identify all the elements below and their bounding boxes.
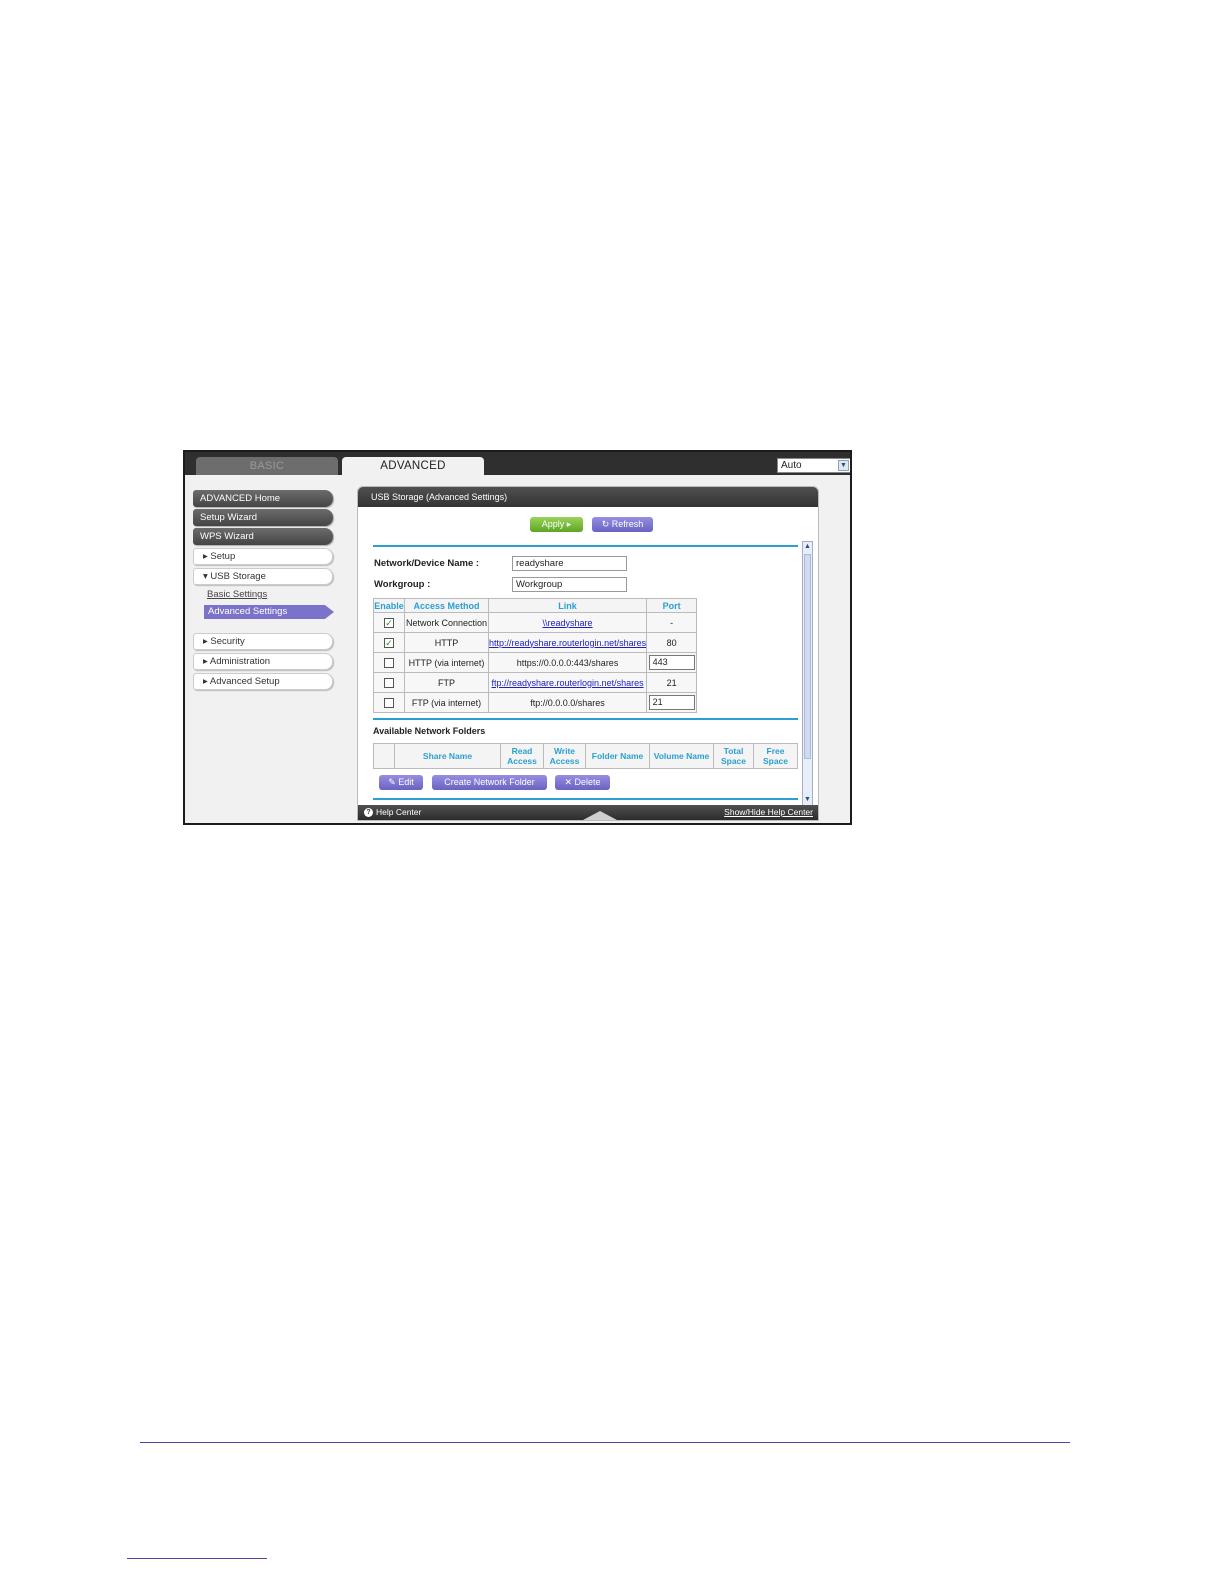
port-cell: 80 <box>646 632 698 653</box>
device-name-input[interactable]: readyshare <box>512 556 627 571</box>
table-row: HTTP (via internet) https://0.0.0.0:443/… <box>373 652 698 673</box>
help-icon: ? <box>364 808 373 817</box>
panel-scrollbar[interactable]: ▲ ▼ <box>802 541 813 806</box>
router-admin-screenshot: BASIC ADVANCED Auto ▼ ADVANCED Home Setu… <box>183 450 852 825</box>
access-method-cell: Network Connection <box>404 612 489 633</box>
port-cell: 21 <box>646 672 698 693</box>
column-header-access-method: Access Method <box>404 598 489 613</box>
show-hide-help-link[interactable]: Show/Hide Help Center <box>724 805 813 820</box>
footer-link-underline <box>127 1558 267 1559</box>
edit-button[interactable]: ✎ Edit <box>379 775 423 790</box>
enable-checkbox[interactable]: ✓ <box>384 637 394 648</box>
folders-section-title: Available Network Folders <box>373 726 486 736</box>
enable-checkbox[interactable]: ✓ <box>384 617 394 628</box>
workgroup-input[interactable]: Workgroup <box>512 577 627 592</box>
port-input[interactable]: 21 <box>648 695 695 710</box>
column-header-free-space: Free Space <box>753 743 798 769</box>
column-header-share-name: Share Name <box>394 743 501 769</box>
tab-advanced[interactable]: ADVANCED <box>342 457 484 475</box>
usb-advanced-settings-panel: USB Storage (Advanced Settings) Apply ▸ … <box>357 486 819 821</box>
divider <box>373 545 798 547</box>
sidebar-item-usb-storage[interactable]: ▾ USB Storage <box>193 568 333 585</box>
refresh-button[interactable]: ↻ Refresh <box>592 517 653 532</box>
tab-basic[interactable]: BASIC <box>196 457 338 475</box>
share-link-text: https://0.0.0.0:443/shares <box>487 652 648 673</box>
help-center-bar: ? Help Center Show/Hide Help Center <box>358 805 818 820</box>
column-header-select <box>373 743 395 769</box>
table-row: ✓ HTTP http://readyshare.routerlogin.net… <box>373 632 698 653</box>
sidebar-item-setup[interactable]: ▸ Setup <box>193 548 333 565</box>
column-header-folder-name: Folder Name <box>585 743 650 769</box>
chevron-down-icon[interactable]: ▼ <box>838 460 849 471</box>
help-center-label[interactable]: Help Center <box>376 805 421 820</box>
sidebar-item-security[interactable]: ▸ Security <box>193 633 333 650</box>
top-tab-bar: BASIC ADVANCED Auto ▼ <box>185 452 850 475</box>
sidebar-item-setup-wizard[interactable]: Setup Wizard <box>193 509 333 526</box>
enable-checkbox[interactable] <box>384 657 394 668</box>
mode-select-value: Auto <box>781 460 802 471</box>
column-header-read-access: Read Access <box>500 743 544 769</box>
scrollbar-thumb[interactable] <box>804 554 811 759</box>
share-link-text: ftp://0.0.0.0/shares <box>487 692 648 713</box>
sidebar-item-advanced-setup[interactable]: ▸ Advanced Setup <box>193 673 333 690</box>
sidebar-item-administration[interactable]: ▸ Administration <box>193 653 333 670</box>
column-header-volume-name: Volume Name <box>649 743 714 769</box>
network-folders-table: Share Name Read Access Write Access Fold… <box>373 743 798 769</box>
access-method-cell: FTP <box>404 672 489 693</box>
panel-title: USB Storage (Advanced Settings) <box>358 487 818 507</box>
table-row: ✓ Network Connection \\readyshare - <box>373 612 698 633</box>
sidebar-subitem-basic-settings[interactable]: Basic Settings <box>207 589 267 600</box>
share-link[interactable]: \\readyshare <box>543 618 593 628</box>
device-name-label: Network/Device Name : <box>374 558 480 569</box>
access-method-table: Enable Access Method Link Port ✓ Network… <box>373 598 698 713</box>
enable-checkbox[interactable] <box>384 697 394 708</box>
delete-button[interactable]: ✕ Delete <box>555 775 610 790</box>
column-header-total-space: Total Space <box>713 743 754 769</box>
scroll-down-icon[interactable]: ▼ <box>803 795 812 805</box>
column-header-link: Link <box>487 598 648 613</box>
port-cell: - <box>646 612 698 633</box>
sidebar-subitem-advanced-settings[interactable]: Advanced Settings <box>204 605 334 619</box>
port-input[interactable]: 443 <box>648 655 695 670</box>
sidebar-item-advanced-home[interactable]: ADVANCED Home <box>193 490 333 507</box>
column-header-enable: Enable <box>373 598 405 613</box>
divider <box>373 718 798 720</box>
scroll-up-icon[interactable]: ▲ <box>803 542 812 552</box>
mode-select[interactable]: Auto ▼ <box>777 458 850 473</box>
table-row: FTP ftp://readyshare.routerlogin.net/sha… <box>373 672 698 693</box>
column-header-write-access: Write Access <box>543 743 586 769</box>
enable-checkbox[interactable] <box>384 677 394 688</box>
sidebar-item-wps-wizard[interactable]: WPS Wizard <box>193 528 333 545</box>
workgroup-label: Workgroup : <box>374 579 431 590</box>
access-method-cell: HTTP (via internet) <box>404 652 489 673</box>
access-method-cell: HTTP <box>404 632 489 653</box>
divider <box>373 798 798 800</box>
share-link[interactable]: ftp://readyshare.routerlogin.net/shares <box>492 678 644 688</box>
expand-up-icon[interactable] <box>583 811 617 820</box>
share-link[interactable]: http://readyshare.routerlogin.net/shares <box>489 638 646 648</box>
footer-divider <box>140 1442 1070 1443</box>
create-network-folder-button[interactable]: Create Network Folder <box>432 775 547 790</box>
apply-button[interactable]: Apply ▸ <box>530 517 583 532</box>
column-header-port: Port <box>646 598 698 613</box>
access-method-cell: FTP (via internet) <box>404 692 489 713</box>
table-row: FTP (via internet) ftp://0.0.0.0/shares … <box>373 692 698 713</box>
